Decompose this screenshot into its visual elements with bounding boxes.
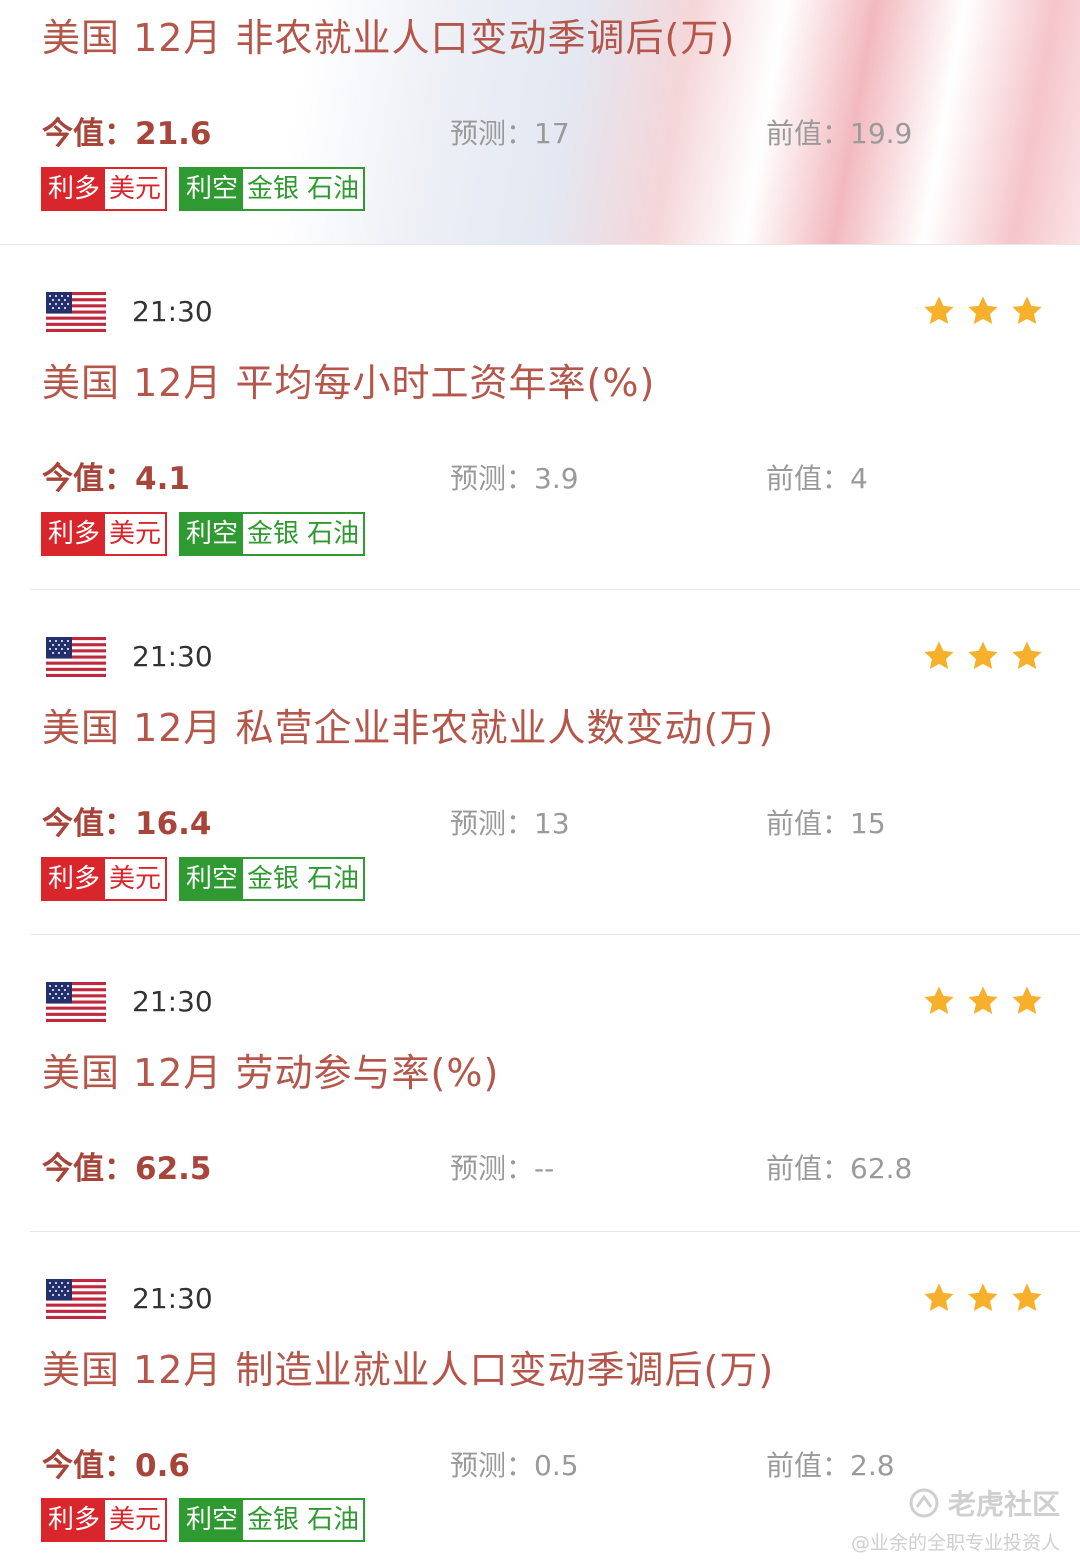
star-icon — [1012, 641, 1042, 670]
actual-value: 今值：16.4 — [42, 806, 212, 842]
actual-value: 今值：0.6 — [42, 1448, 190, 1484]
bearish-item: 金银 — [243, 514, 304, 554]
bullish-tag: 利多 美元 — [41, 857, 168, 901]
bearish-label: 利空 — [181, 169, 244, 209]
bearish-label: 利空 — [181, 859, 244, 899]
bearish-tag: 利空 金银 石油 — [179, 167, 366, 211]
star-icon — [1012, 296, 1042, 325]
star-icon — [1012, 1283, 1042, 1312]
bullish-item: 美元 — [105, 859, 166, 899]
star-icon — [968, 986, 998, 1015]
bullish-item: 美元 — [105, 1500, 166, 1540]
impact-tags: 利多 美元 利空 金银 石油 — [41, 167, 366, 211]
star-icon — [1012, 986, 1042, 1015]
bullish-label: 利多 — [43, 1500, 106, 1540]
bearish-tag: 利空 金银 石油 — [179, 1498, 366, 1542]
bullish-item: 美元 — [105, 169, 166, 209]
bearish-item: 石油 — [303, 514, 364, 554]
impact-tags: 利多 美元 利空 金银 石油 — [41, 512, 366, 556]
watermark-brand: 老虎社区 — [947, 1488, 1060, 1521]
star-icon — [924, 1283, 954, 1312]
us-flag-icon — [46, 292, 106, 332]
event-time: 21:30 — [132, 985, 213, 1018]
bullish-label: 利多 — [43, 514, 106, 554]
previous-value: 前值：4 — [766, 462, 868, 495]
importance-stars — [922, 984, 1044, 1018]
bullish-tag: 利多 美元 — [41, 1498, 168, 1542]
forecast-value: 预测：-- — [450, 1152, 555, 1185]
bullish-label: 利多 — [43, 169, 106, 209]
event-title: 美国 12月 非农就业人口变动季调后(万) — [42, 16, 736, 60]
event-title: 美国 12月 平均每小时工资年率(%) — [42, 361, 656, 405]
event-title: 美国 12月 劳动参与率(%) — [42, 1051, 500, 1095]
actual-value: 今值：62.5 — [42, 1151, 212, 1187]
forecast-value: 预测：17 — [450, 117, 570, 150]
bearish-tag: 利空 金银 石油 — [179, 857, 366, 901]
event-item-2[interactable]: 21:30 美国 12月 私营企业非农就业人数变动(万) 今值：16.4 预测：… — [0, 590, 1080, 934]
event-time: 21:30 — [132, 640, 213, 673]
importance-stars — [922, 1281, 1044, 1315]
event-item-1[interactable]: 21:30 美国 12月 平均每小时工资年率(%) 今值：4.1 预测：3.9 … — [0, 245, 1080, 589]
us-flag-icon — [46, 1279, 106, 1319]
bearish-item: 石油 — [303, 1500, 364, 1540]
previous-value: 前值：2.8 — [766, 1449, 895, 1482]
importance-stars — [922, 294, 1044, 328]
star-icon — [924, 986, 954, 1015]
star-icon — [968, 641, 998, 670]
us-flag-icon — [46, 637, 106, 677]
star-icon — [968, 1283, 998, 1312]
actual-value: 今值：21.6 — [42, 116, 212, 152]
bearish-item: 石油 — [303, 859, 364, 899]
event-item-0[interactable]: 美国 12月 非农就业人口变动季调后(万) 今值：21.6 预测：17 前值：1… — [0, 0, 1080, 245]
forecast-value: 预测：13 — [450, 807, 570, 840]
bearish-label: 利空 — [181, 1500, 244, 1540]
star-icon — [968, 296, 998, 325]
bullish-item: 美元 — [105, 514, 166, 554]
bearish-item: 石油 — [303, 169, 364, 209]
watermark-user: @业余的全职专业投资人 — [850, 1532, 1060, 1554]
forecast-value: 预测：0.5 — [450, 1449, 579, 1482]
bullish-tag: 利多 美元 — [41, 512, 168, 556]
forecast-value: 预测：3.9 — [450, 462, 579, 495]
impact-tags: 利多 美元 利空 金银 石油 — [41, 1498, 366, 1542]
bearish-label: 利空 — [181, 514, 244, 554]
us-flag-icon — [46, 982, 106, 1022]
bearish-tag: 利空 金银 石油 — [179, 512, 366, 556]
watermark-logo: 老虎社区 — [908, 1483, 1060, 1523]
event-item-3[interactable]: 21:30 美国 12月 劳动参与率(%) 今值：62.5 预测：-- 前值：6… — [0, 935, 1080, 1231]
bullish-tag: 利多 美元 — [41, 167, 168, 211]
event-title: 美国 12月 制造业就业人口变动季调后(万) — [42, 1348, 775, 1392]
star-icon — [924, 296, 954, 325]
actual-value: 今值：4.1 — [42, 461, 190, 497]
previous-value: 前值：62.8 — [766, 1152, 913, 1185]
event-title: 美国 12月 私营企业非农就业人数变动(万) — [42, 706, 775, 750]
event-time: 21:30 — [132, 295, 213, 328]
bearish-item: 金银 — [243, 1500, 304, 1540]
previous-value: 前值：15 — [766, 807, 886, 840]
bearish-item: 金银 — [243, 859, 304, 899]
impact-tags: 利多 美元 利空 金银 石油 — [41, 857, 366, 901]
previous-value: 前值：19.9 — [766, 117, 913, 150]
bullish-label: 利多 — [43, 859, 106, 899]
bearish-item: 金银 — [243, 169, 304, 209]
tiger-logo-icon — [909, 1488, 939, 1518]
star-icon — [924, 641, 954, 670]
importance-stars — [922, 639, 1044, 673]
event-time: 21:30 — [132, 1282, 213, 1315]
